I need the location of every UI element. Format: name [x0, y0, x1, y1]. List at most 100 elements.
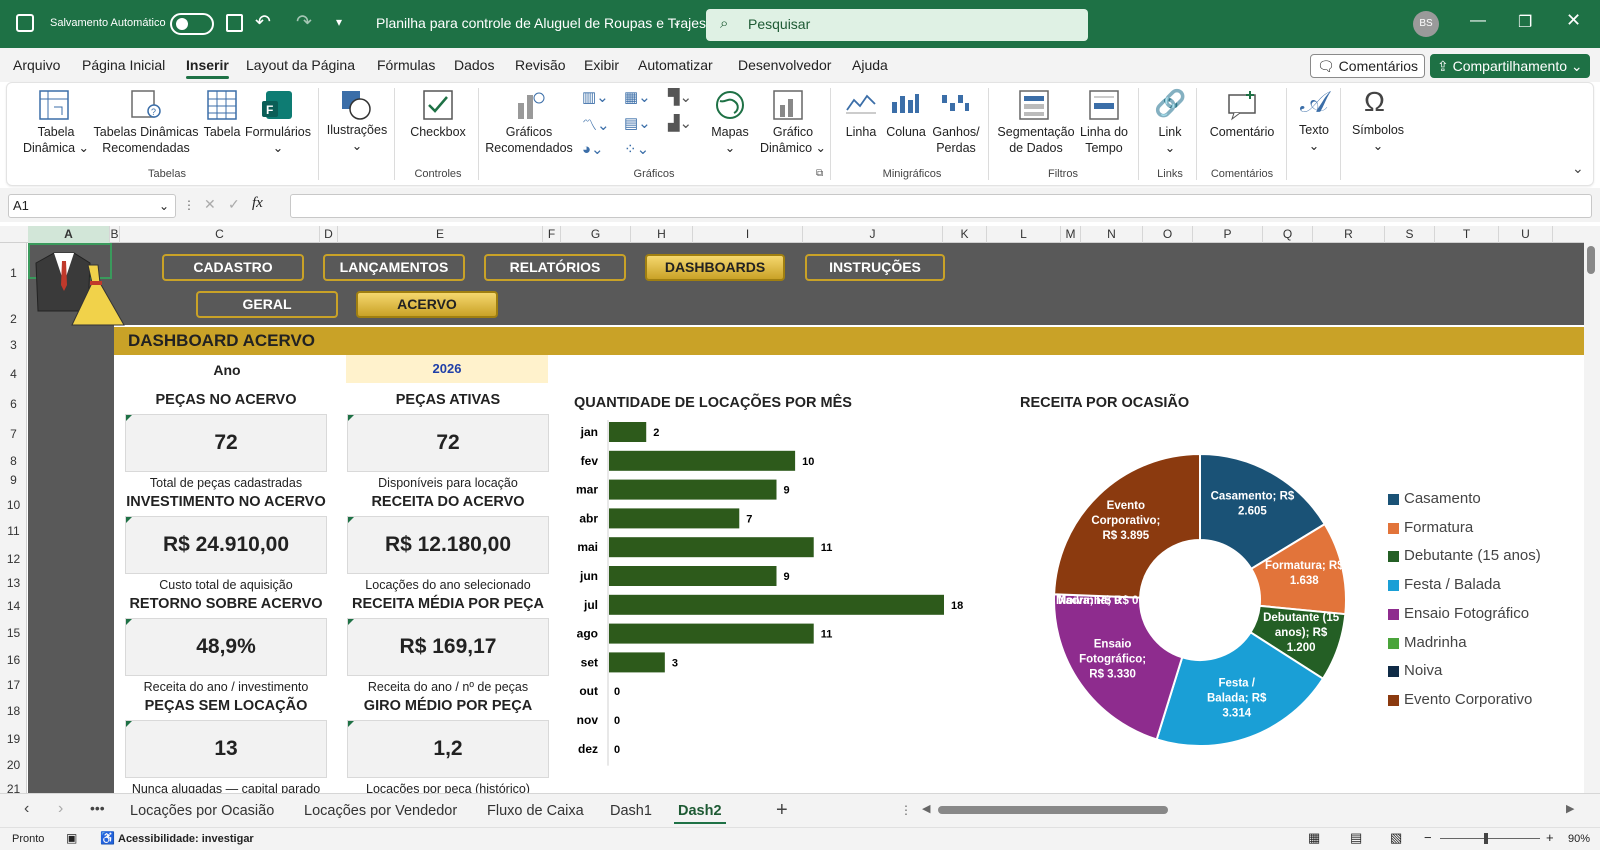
menu-layout[interactable]: Layout da Página [246, 57, 355, 73]
maps-button[interactable]: Mapas ⌄ [700, 124, 760, 156]
page-break-icon[interactable]: ▧ [1390, 830, 1402, 846]
pivot-chart-button[interactable]: Gráfico Dinâmico ⌄ [754, 124, 832, 156]
more-sheets-icon[interactable]: ••• [90, 800, 105, 816]
title-chevron-icon[interactable]: ⌄ [672, 15, 682, 29]
search-box[interactable]: ⌕ Pesquisar [706, 9, 1088, 41]
comments-button[interactable]: 🗨 Comentários [1310, 54, 1426, 78]
column-header[interactable]: M [1061, 226, 1081, 243]
column-header[interactable]: Q [1263, 226, 1313, 243]
menu-formulas[interactable]: Fórmulas [377, 57, 435, 73]
redo-icon[interactable]: ↷ [296, 11, 312, 34]
column-header[interactable]: C [120, 226, 320, 243]
sheet-tab[interactable]: Fluxo de Caixa [487, 803, 584, 819]
row-header[interactable]: 14 [0, 599, 27, 613]
column-header[interactable]: A [28, 226, 110, 243]
zoom-slider[interactable] [1440, 838, 1540, 839]
column-header[interactable]: D [320, 226, 338, 243]
row-header[interactable]: 13 [0, 576, 27, 590]
nav-dashboards-button[interactable]: DASHBOARDS [645, 254, 785, 281]
column-header[interactable]: H [631, 226, 693, 243]
sparkline-line-button[interactable]: Linha [840, 124, 882, 140]
cancel-icon[interactable]: ✕ [204, 196, 216, 213]
column-header[interactable]: F [543, 226, 561, 243]
save-icon[interactable] [226, 14, 243, 32]
accessibility-icon[interactable]: ♿ [100, 831, 115, 845]
zoom-slider-thumb[interactable] [1484, 833, 1488, 844]
row-header[interactable]: 15 [0, 626, 27, 640]
quick-access-chevron-icon[interactable]: ▾ [336, 15, 342, 29]
nav-relatorios-button[interactable]: RELATÓRIOS [484, 254, 626, 281]
row-header[interactable]: 1 [0, 266, 27, 280]
column-header[interactable]: B [110, 226, 120, 243]
year-input[interactable]: 2026 [346, 355, 548, 383]
autosave-toggle[interactable] [170, 13, 214, 35]
avatar[interactable]: BS [1413, 11, 1439, 37]
column-header[interactable]: S [1385, 226, 1435, 243]
formula-input[interactable] [290, 194, 1592, 218]
zoom-level[interactable]: 90% [1568, 833, 1590, 845]
ribbon-collapse-icon[interactable]: ⌄ [1572, 160, 1584, 177]
sparkline-winloss-button[interactable]: Ganhos/Perdas [928, 124, 984, 156]
illustrations-button[interactable]: Ilustrações ⌄ [326, 122, 388, 154]
scroll-right-icon[interactable]: ▶ [1566, 802, 1574, 815]
menu-exibir[interactable]: Exibir [584, 57, 619, 73]
normal-view-icon[interactable]: ▦ [1308, 830, 1320, 846]
row-header[interactable]: 6 [0, 397, 27, 411]
cell-mode-icon[interactable]: ▣ [66, 831, 77, 845]
zoom-in-icon[interactable]: + [1546, 830, 1554, 845]
accessibility-status[interactable]: Acessibilidade: investigar [118, 833, 254, 845]
zoom-out-icon[interactable]: − [1424, 830, 1432, 845]
menu-ajuda[interactable]: Ajuda [852, 57, 888, 73]
minimize-icon[interactable]: — [1470, 12, 1486, 30]
row-header[interactable]: 12 [0, 552, 27, 566]
sheet-tab[interactable]: Dash1 [610, 803, 652, 819]
restore-icon[interactable]: ❐ [1518, 12, 1532, 32]
recommended-pivot-button[interactable]: Tabelas Dinâmicas Recomendadas [92, 124, 200, 156]
row-header[interactable]: 18 [0, 704, 27, 718]
line-chart-icon[interactable]: 〽⌄ [582, 114, 610, 135]
dialog-launcher-icon[interactable]: ⧉ [816, 168, 823, 179]
column-header[interactable]: R [1313, 226, 1385, 243]
row-header[interactable]: 19 [0, 732, 27, 746]
column-header[interactable]: T [1435, 226, 1499, 243]
scroll-left-icon[interactable]: ◀ [922, 802, 930, 815]
row-header[interactable]: 7 [0, 427, 27, 441]
timeline-button[interactable]: Linha do Tempo [1078, 124, 1130, 156]
menu-dados[interactable]: Dados [454, 57, 494, 73]
scatter-chart-icon[interactable]: ⁘⌄ [624, 140, 649, 158]
insert-function-icon[interactable]: fx [252, 195, 263, 212]
row-header[interactable]: 17 [0, 678, 27, 692]
combo-chart-icon[interactable]: ▟⌄ [668, 114, 692, 132]
menu-automatizar[interactable]: Automatizar [638, 57, 713, 73]
row-header[interactable]: 8 [0, 454, 27, 468]
row-header[interactable]: 9 [0, 473, 27, 487]
tab-next-icon[interactable]: › [58, 800, 63, 818]
add-sheet-icon[interactable]: + [776, 799, 788, 822]
row-header[interactable]: 3 [0, 338, 27, 352]
menu-inserir[interactable]: Inserir [186, 57, 229, 79]
column-header[interactable]: J [803, 226, 943, 243]
share-button[interactable]: ⇪ Compartilhamento ⌄ [1430, 54, 1590, 78]
checkbox-button[interactable]: Checkbox [404, 124, 472, 140]
text-button[interactable]: Texto ⌄ [1294, 122, 1334, 154]
link-button[interactable]: Link ⌄ [1150, 124, 1190, 156]
document-title[interactable]: Planilha para controle de Aluguel de Rou… [376, 15, 706, 31]
slicer-button[interactable]: Segmentação de Dados [996, 124, 1076, 156]
column-chart-icon[interactable]: ▥⌄ [582, 88, 609, 106]
vertical-scroll-thumb[interactable] [1587, 246, 1595, 274]
tab-prev-icon[interactable]: ‹ [24, 800, 29, 818]
waterfall-chart-icon[interactable]: ▜⌄ [668, 88, 692, 106]
sheet-tab[interactable]: Locações por Vendedor [304, 803, 457, 819]
name-box[interactable]: A1 ⌄ [8, 194, 176, 218]
row-header[interactable]: 2 [0, 312, 27, 326]
row-header[interactable]: 20 [0, 758, 27, 772]
subnav-acervo-button[interactable]: ACERVO [356, 291, 498, 318]
menu-revisao[interactable]: Revisão [515, 57, 566, 73]
column-header[interactable]: O [1143, 226, 1193, 243]
row-header[interactable]: 11 [0, 524, 27, 538]
row-header[interactable]: 4 [0, 367, 27, 381]
menu-arquivo[interactable]: Arquivo [13, 57, 60, 73]
menu-desenvolvedor[interactable]: Desenvolvedor [738, 57, 831, 73]
column-header[interactable]: N [1081, 226, 1143, 243]
nav-cadastro-button[interactable]: CADASTRO [162, 254, 304, 281]
